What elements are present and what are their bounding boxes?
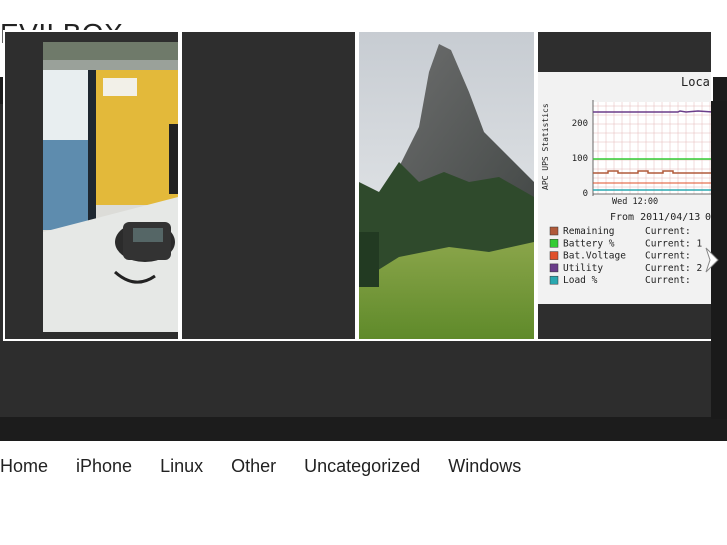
nav-linux[interactable]: Linux bbox=[160, 456, 203, 478]
slide-office-photo[interactable] bbox=[3, 30, 180, 341]
legend-label: Bat.Voltage bbox=[563, 251, 626, 262]
legend-current: Current: bbox=[645, 275, 691, 286]
chart-title: Loca bbox=[681, 75, 710, 89]
legend-label: Utility bbox=[563, 263, 603, 274]
chart-ylabel: APC UPS Statistics bbox=[541, 103, 550, 190]
slide-mountain-photo[interactable] bbox=[357, 30, 536, 341]
legend-label: Load % bbox=[563, 275, 598, 286]
main-navigation: Home iPhone Linux Other Uncategorized Wi… bbox=[0, 456, 549, 478]
ytick-200: 200 bbox=[572, 119, 588, 129]
legend-label: Remaining bbox=[563, 226, 614, 237]
ytick-100: 100 bbox=[572, 154, 588, 164]
legend-swatch bbox=[549, 263, 559, 273]
legend-swatch bbox=[549, 239, 559, 248]
legend-swatch bbox=[549, 251, 559, 260]
nav-iphone[interactable]: iPhone bbox=[76, 456, 132, 478]
nav-windows[interactable]: Windows bbox=[448, 456, 521, 478]
nav-uncategorized[interactable]: Uncategorized bbox=[304, 456, 420, 478]
nav-other[interactable]: Other bbox=[231, 456, 276, 478]
legend-current: Current: 2 bbox=[645, 263, 702, 274]
legend-label: Battery % bbox=[563, 238, 615, 249]
slide-ups-chart[interactable]: Loca APC UPS Statistics 200 100 0 Wed 12… bbox=[536, 30, 713, 341]
ups-chart-graphic: Loca APC UPS Statistics 200 100 0 Wed 12… bbox=[538, 32, 711, 339]
legend-current: Current: bbox=[645, 226, 691, 237]
next-arrow-icon[interactable] bbox=[702, 244, 724, 276]
xtick-label: Wed 12:00 bbox=[612, 197, 658, 207]
legend-current: Current: 1 bbox=[645, 238, 702, 249]
ytick-0: 0 bbox=[583, 189, 588, 199]
legend-swatch bbox=[549, 226, 559, 236]
chart-from-date: From 2011/04/13 bbox=[610, 212, 700, 223]
slide-dark-placeholder[interactable] bbox=[180, 30, 357, 341]
nav-home[interactable]: Home bbox=[0, 456, 48, 478]
legend-current: Current: bbox=[645, 251, 691, 262]
legend-swatch bbox=[549, 275, 559, 285]
